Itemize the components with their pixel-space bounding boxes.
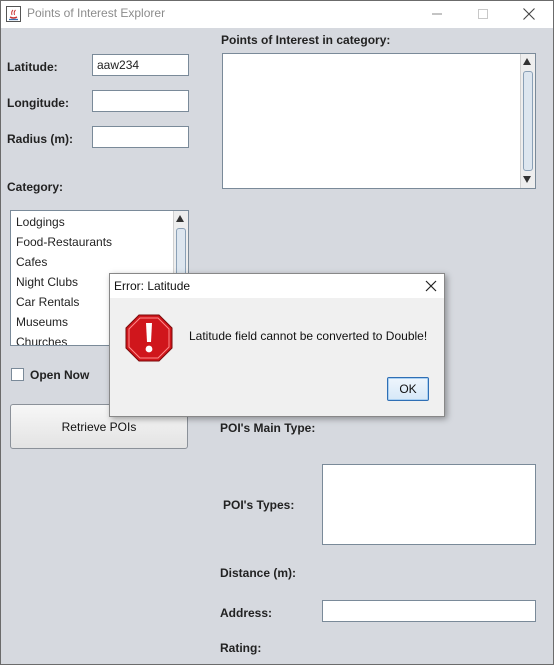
minimize-button[interactable] (414, 1, 460, 28)
ok-button[interactable]: OK (387, 377, 429, 401)
scroll-thumb[interactable] (523, 71, 533, 171)
rating-label: Rating: (220, 641, 262, 655)
error-icon (125, 314, 173, 362)
list-item[interactable]: Museums (16, 315, 68, 329)
address-field[interactable] (322, 600, 536, 622)
types-area[interactable] (322, 464, 536, 545)
dialog-title-bar[interactable]: Error: Latitude (110, 274, 444, 298)
poi-list-scrollbar[interactable] (520, 54, 535, 188)
scroll-up-icon[interactable] (176, 215, 184, 222)
close-icon[interactable] (424, 279, 438, 293)
open-now-checkbox[interactable] (11, 368, 24, 381)
maximize-icon (478, 9, 488, 19)
category-label: Category: (7, 180, 64, 194)
list-item[interactable]: Food-Restaurants (16, 235, 112, 249)
list-item[interactable]: Churches (16, 335, 67, 345)
latitude-label: Latitude: (7, 60, 58, 74)
list-item[interactable]: Car Rentals (16, 295, 79, 309)
minimize-icon (432, 13, 442, 15)
address-label: Address: (220, 606, 273, 620)
poi-list-label: Points of Interest in category: (221, 33, 391, 47)
latitude-field[interactable]: aaw234 (92, 54, 189, 76)
close-icon (523, 8, 535, 20)
list-item[interactable]: Night Clubs (16, 275, 78, 289)
window-title: Points of Interest Explorer (27, 6, 166, 20)
title-bar[interactable]: Points of Interest Explorer (1, 1, 553, 28)
radius-label: Radius (m): (7, 132, 73, 146)
error-dialog: Error: Latitude Latitude field cannot be… (109, 273, 445, 417)
longitude-field[interactable] (92, 90, 189, 112)
longitude-label: Longitude: (7, 96, 69, 110)
types-label: POI's Types: (223, 498, 295, 512)
dialog-message: Latitude field cannot be converted to Do… (189, 329, 428, 343)
dialog-title: Error: Latitude (114, 279, 191, 293)
main-type-label: POI's Main Type: (220, 421, 316, 435)
radius-field[interactable] (92, 126, 189, 148)
list-item[interactable]: Cafes (16, 255, 47, 269)
scroll-up-icon[interactable] (523, 58, 531, 65)
main-window: Points of Interest Explorer Latitude: aa… (0, 0, 554, 665)
open-now-label: Open Now (30, 368, 90, 382)
list-item[interactable]: Lodgings (16, 215, 65, 229)
scroll-down-icon[interactable] (523, 176, 531, 183)
distance-label: Distance (m): (220, 566, 297, 580)
java-cup-icon (6, 6, 21, 22)
close-button[interactable] (506, 1, 552, 28)
maximize-button[interactable] (460, 1, 506, 28)
poi-list[interactable] (222, 53, 536, 189)
